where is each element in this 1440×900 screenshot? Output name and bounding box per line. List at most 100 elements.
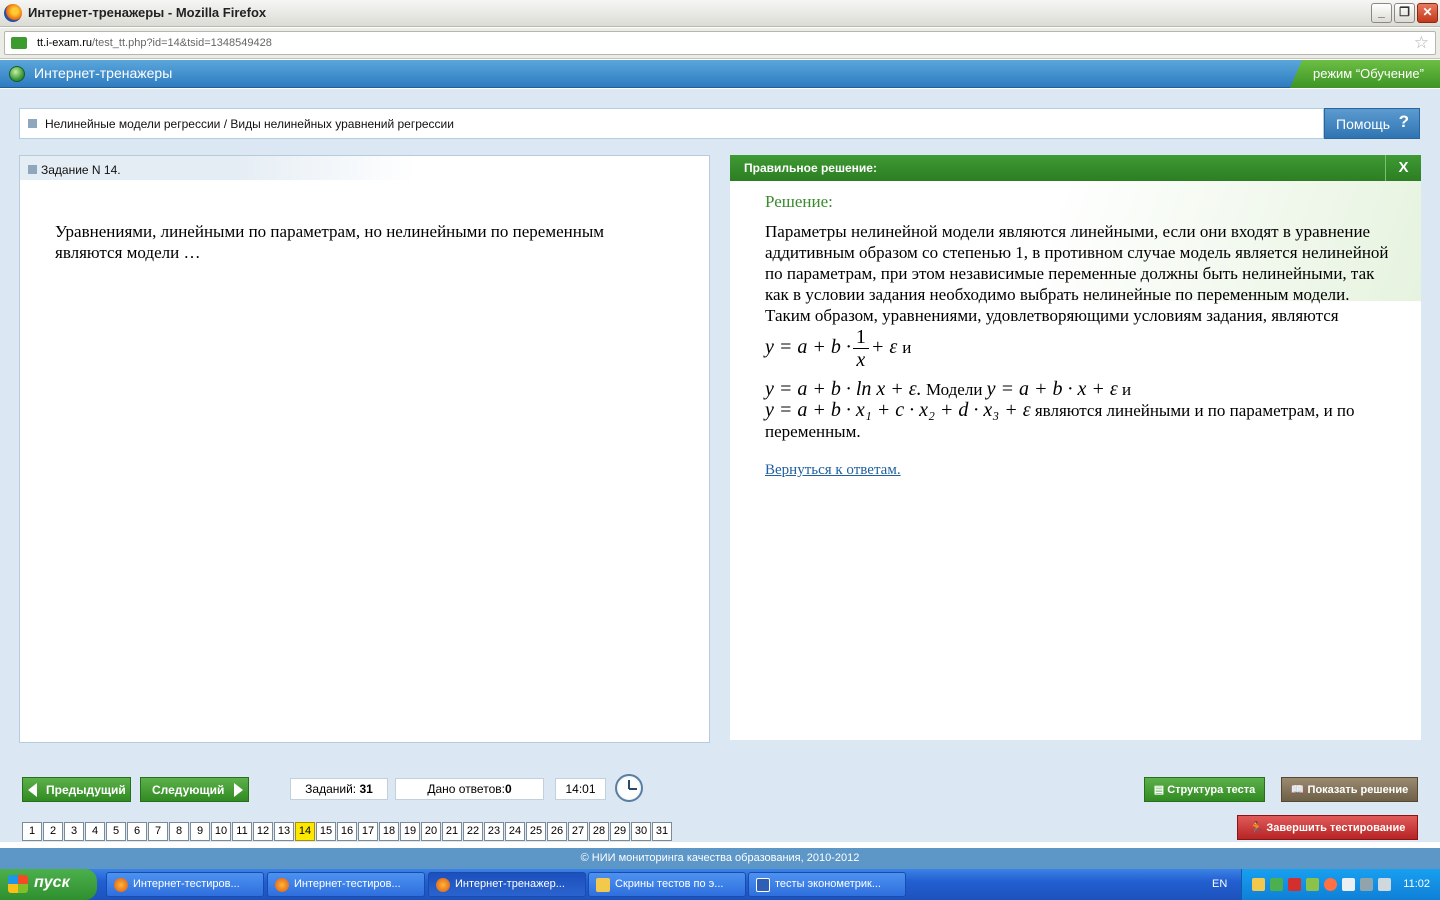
breadcrumb: Нелинейные модели регрессии / Виды нелин…: [19, 108, 1324, 139]
page-button[interactable]: 12: [253, 822, 273, 841]
help-button[interactable]: Помощь ?: [1324, 108, 1420, 139]
tray-app-icon[interactable]: [1306, 878, 1319, 891]
start-button[interactable]: пуск: [0, 869, 97, 900]
help-label: Помощь: [1336, 116, 1391, 132]
page-button[interactable]: 25: [526, 822, 546, 841]
windows-logo-icon: [8, 875, 28, 893]
page-button[interactable]: 26: [547, 822, 567, 841]
task-question: Уравнениями, линейными по параметрам, но…: [55, 222, 605, 262]
page-button-current[interactable]: 14: [295, 822, 315, 841]
page-button[interactable]: 10: [211, 822, 231, 841]
show-solution-button[interactable]: 📖 Показать решение: [1281, 777, 1418, 802]
page-navigator: 1 2 3 4 5 6 7 8 9 10 11 12 13 14 15 16 17 18 19 20 21 22 23 24 2…: [22, 822, 673, 841]
url-field[interactable]: tt.i-exam.ru/test_tt.php?id=14&tsid=1348…: [4, 31, 1436, 55]
page-button[interactable]: 28: [589, 822, 609, 841]
tray-app-icon[interactable]: [1360, 878, 1373, 891]
page-button[interactable]: 22: [463, 822, 483, 841]
clock-icon: [615, 774, 643, 802]
site-identity-icon[interactable]: [11, 37, 27, 49]
language-indicator[interactable]: EN: [1212, 878, 1227, 890]
solution-text-1: Параметры нелинейной модели являются лин…: [765, 222, 1389, 325]
arrow-left-icon: [28, 783, 37, 797]
page-button[interactable]: 24: [505, 822, 525, 841]
page-button[interactable]: 31: [652, 822, 672, 841]
taskbar-item[interactable]: Интернет-тестиров...: [267, 872, 425, 897]
next-button[interactable]: Следующий: [140, 777, 249, 802]
window-titlebar: Интернет-тренажеры - Mozilla Firefox _ ❐…: [0, 0, 1440, 27]
solution-text-2: Модели: [925, 380, 983, 399]
minimize-button[interactable]: _: [1371, 3, 1392, 23]
page-button[interactable]: 27: [568, 822, 588, 841]
formula-4: y = a + b · x₁ + c · x₂ + d · x₃ + ε: [765, 399, 1031, 421]
prev-button[interactable]: Предыдущий: [22, 777, 131, 802]
page-button[interactable]: 8: [169, 822, 189, 841]
page-button[interactable]: 9: [190, 822, 210, 841]
tray-app-icon[interactable]: [1324, 878, 1337, 891]
windows-taskbar: пуск Интернет-тестиров... Интернет-тести…: [0, 869, 1440, 900]
page-button[interactable]: 16: [337, 822, 357, 841]
page-button[interactable]: 18: [379, 822, 399, 841]
mode-badge: режим “Обучение”: [1290, 60, 1440, 88]
finish-test-button[interactable]: 🏃 Завершить тестирование: [1237, 815, 1418, 840]
page-button[interactable]: 23: [484, 822, 504, 841]
page-button[interactable]: 7: [148, 822, 168, 841]
tray-app-icon[interactable]: [1252, 878, 1265, 891]
volume-icon[interactable]: [1342, 878, 1355, 891]
solution-header: Правильное решение: X: [730, 155, 1421, 181]
page-button[interactable]: 3: [64, 822, 84, 841]
page-button[interactable]: 20: [421, 822, 441, 841]
and-word-1: и: [902, 338, 912, 358]
question-mark-icon: ?: [1398, 112, 1409, 131]
page-button[interactable]: 4: [85, 822, 105, 841]
formula-2: y = a + b · ln x + ε.: [765, 378, 922, 400]
taskbar-item[interactable]: Скрины тестов по э...: [588, 872, 746, 897]
tasks-count: 31: [359, 782, 373, 796]
taskbar-item-active[interactable]: Интернет-тренажер...: [428, 872, 586, 897]
close-solution-button[interactable]: X: [1385, 155, 1421, 181]
page-button[interactable]: 19: [400, 822, 420, 841]
taskbar-item[interactable]: Интернет-тестиров...: [106, 872, 264, 897]
runner-icon: 🏃: [1249, 822, 1267, 834]
tray-app-icon[interactable]: [1270, 878, 1283, 891]
close-window-button[interactable]: ✕: [1417, 3, 1438, 23]
bullet-icon: [28, 165, 37, 174]
firefox-icon: [4, 4, 22, 22]
prev-label: Предыдущий: [46, 783, 126, 797]
firefox-icon: [275, 878, 289, 892]
page-button[interactable]: 17: [358, 822, 378, 841]
clock-time[interactable]: 11:02: [1403, 878, 1430, 890]
tasks-label: Заданий:: [305, 782, 357, 796]
app-title: Интернет-тренажеры: [34, 65, 173, 81]
timer: 14:01: [555, 778, 606, 800]
page-button[interactable]: 30: [631, 822, 651, 841]
page-button[interactable]: 2: [43, 822, 63, 841]
globe-icon: [9, 66, 25, 82]
system-tray: 11:02: [1241, 869, 1440, 900]
taskbar-item[interactable]: тесты эконометрик...: [748, 872, 906, 897]
arrow-right-icon: [234, 783, 243, 797]
page-button[interactable]: 29: [610, 822, 630, 841]
page-button[interactable]: 21: [442, 822, 462, 841]
page-button[interactable]: 5: [106, 822, 126, 841]
list-icon: ▤: [1153, 784, 1168, 796]
page-button[interactable]: 15: [316, 822, 336, 841]
page-button[interactable]: 1: [22, 822, 42, 841]
page-button[interactable]: 6: [127, 822, 147, 841]
maximize-button[interactable]: ❐: [1394, 3, 1415, 23]
navigation-bar: tt.i-exam.ru/test_tt.php?id=14&tsid=1348…: [0, 28, 1440, 59]
task-panel: Задание N 14. Уравнениями, линейными по …: [19, 155, 710, 743]
and-word-2: и: [1122, 380, 1132, 399]
test-structure-button[interactable]: ▤ Структура теста: [1144, 777, 1265, 802]
formula-1: y = a + b · 1 x + ε: [765, 326, 898, 371]
solution-heading: Решение:: [765, 192, 833, 211]
bookmark-star-icon[interactable]: ☆: [1414, 33, 1429, 53]
task-number: Задание N 14.: [41, 163, 121, 177]
page-button[interactable]: 11: [232, 822, 252, 841]
bullet-icon: [28, 119, 37, 128]
page-button[interactable]: 13: [274, 822, 294, 841]
url-text[interactable]: tt.i-exam.ru/test_tt.php?id=14&tsid=1348…: [37, 37, 272, 49]
tray-app-icon[interactable]: [1288, 878, 1301, 891]
network-icon[interactable]: [1378, 878, 1391, 891]
breadcrumb-text: Нелинейные модели регрессии / Виды нелин…: [45, 117, 454, 131]
back-to-answers-link[interactable]: Вернуться к ответам.: [765, 462, 901, 478]
